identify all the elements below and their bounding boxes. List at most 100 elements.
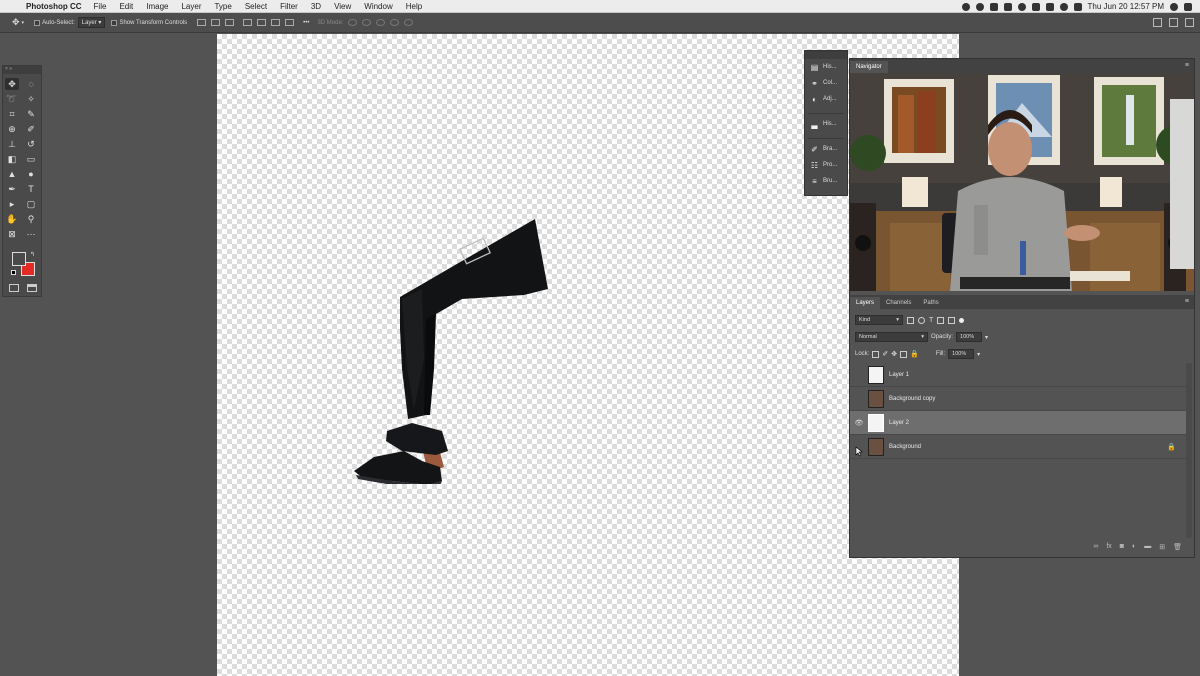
workspace-icon[interactable] (1169, 18, 1178, 27)
menu-3d[interactable]: 3D (311, 2, 321, 11)
menu-view[interactable]: View (334, 2, 351, 11)
trash-icon[interactable]: 🗑 (1173, 543, 1182, 551)
filter-kind-dropdown[interactable]: Kind ▾ (855, 315, 903, 325)
menu-layer[interactable]: Layer (181, 2, 201, 11)
adjustment-layer-icon[interactable]: ◐ (1132, 543, 1136, 551)
transform-controls-checkbox[interactable] (111, 19, 118, 26)
layer-row-layer-2[interactable]: 👁 Layer 2 (850, 411, 1186, 435)
dock-header[interactable] (805, 51, 847, 59)
menu-file[interactable]: File (94, 2, 107, 11)
healing-brush-tool-icon[interactable]: ⊕ (5, 123, 19, 135)
notification-center-icon[interactable] (1184, 2, 1192, 11)
panel-menu-icon[interactable]: ≡ (1185, 62, 1189, 69)
spotlight-icon[interactable] (1170, 2, 1178, 11)
menu-window[interactable]: Window (364, 2, 392, 11)
align-middle-icon[interactable] (257, 19, 267, 26)
navigator-preview[interactable] (850, 73, 1194, 291)
move-tool-icon[interactable]: ✥ (5, 78, 19, 90)
menu-edit[interactable]: Edit (119, 2, 133, 11)
menu-help[interactable]: Help (406, 2, 422, 11)
menu-type[interactable]: Type (214, 2, 231, 11)
screen-record-icon[interactable] (1003, 2, 1012, 11)
eye-icon[interactable]: 👁 (850, 419, 868, 427)
layers-scrollbar[interactable] (1186, 363, 1192, 538)
quick-mask-icon[interactable] (9, 284, 19, 292)
more-tools-icon[interactable]: ⋯ (24, 228, 38, 240)
tab-paths[interactable]: Paths (917, 297, 944, 309)
menu-select[interactable]: Select (245, 2, 267, 11)
layer-row-layer-1[interactable]: Layer 1 (850, 363, 1186, 387)
dock-adjustments-panel[interactable]: ◐ Adj... (805, 91, 847, 107)
foreground-color-swatch[interactable] (12, 252, 26, 266)
display-icon[interactable] (989, 2, 998, 11)
filter-toggle-icon[interactable] (959, 317, 965, 323)
add-mask-icon[interactable]: ◙ (1120, 543, 1124, 551)
wifi-icon[interactable] (1059, 2, 1068, 11)
lock-image-icon[interactable]: ✐ (882, 350, 888, 358)
filter-pixel-icon[interactable] (907, 316, 914, 324)
lock-position-icon[interactable]: ✥ (891, 350, 897, 358)
eyedropper-tool-icon[interactable]: ✎ (24, 108, 38, 120)
dock-properties-panel[interactable]: ☷ Pro... (805, 157, 847, 173)
layers-panel-menu-icon[interactable]: ≡ (1185, 298, 1189, 305)
menu-image[interactable]: Image (146, 2, 168, 11)
share-icon[interactable] (1185, 18, 1194, 27)
magic-wand-tool-icon[interactable]: ✧ (24, 93, 38, 105)
type-tool-icon[interactable]: T (24, 183, 38, 195)
default-colors-icon[interactable] (11, 270, 16, 275)
volume-icon[interactable] (1045, 2, 1054, 11)
align-right-icon[interactable] (225, 19, 235, 26)
dropbox-icon[interactable] (975, 2, 984, 11)
app-name-menu[interactable]: Photoshop CC (26, 2, 82, 11)
fx-icon[interactable]: fx (1106, 543, 1111, 551)
new-layer-icon[interactable]: ⊞ (1159, 543, 1165, 551)
path-selection-tool-icon[interactable]: ▸ (5, 198, 19, 210)
more-options-icon[interactable]: ••• (303, 20, 309, 26)
brush-tool-icon[interactable]: ✐ (24, 123, 38, 135)
align-top-icon[interactable] (243, 19, 253, 26)
swap-colors-icon[interactable]: ↰ (30, 251, 35, 258)
align-center-icon[interactable] (211, 19, 221, 26)
menu-filter[interactable]: Filter (280, 2, 298, 11)
tab-layers[interactable]: Layers (850, 297, 881, 309)
clock[interactable]: Thu Jun 20 12:57 PM (1088, 2, 1165, 11)
auto-select-dropdown[interactable]: Layer ▾ (77, 17, 106, 28)
blend-mode-dropdown[interactable]: Normal ▾ (855, 332, 928, 342)
3d-scale-icon[interactable] (404, 19, 414, 26)
chevron-down-icon[interactable]: ▾ (22, 20, 25, 26)
3d-slide-icon[interactable] (390, 19, 400, 26)
chevron-down-icon[interactable]: ▾ (977, 351, 980, 358)
tab-navigator[interactable]: Navigator (850, 61, 888, 73)
fill-field[interactable]: 100% (948, 349, 975, 359)
creative-cloud-icon[interactable] (961, 2, 970, 11)
tools-panel-header[interactable]: × » (3, 66, 41, 74)
3d-rotate-icon[interactable] (348, 19, 358, 26)
eraser-tool-icon[interactable]: ◧ (5, 153, 19, 165)
dock-color-panel[interactable]: ⚭ Col... (805, 75, 847, 91)
dock-brush-settings-panel[interactable]: ≡ Bru... (805, 173, 847, 189)
auto-select-checkbox[interactable] (34, 19, 41, 26)
screen-mode-icon[interactable] (27, 284, 37, 292)
lock-artboard-icon[interactable] (900, 350, 908, 358)
filter-type-icon[interactable]: T (929, 317, 933, 324)
align-bottom-icon[interactable] (271, 19, 281, 26)
opacity-field[interactable]: 100% (956, 332, 983, 342)
align-left-icon[interactable] (197, 19, 207, 26)
search-icon[interactable] (1153, 18, 1162, 27)
chevron-down-icon[interactable]: ▾ (985, 334, 988, 341)
dodge-tool-icon[interactable]: ● (24, 168, 38, 180)
lock-transparent-icon[interactable] (872, 350, 880, 358)
3d-roll-icon[interactable] (362, 19, 372, 26)
hand-tool-icon[interactable]: ✋ (5, 213, 19, 225)
tab-channels[interactable]: Channels (880, 297, 917, 309)
lock-all-icon[interactable]: 🔒 (910, 350, 919, 358)
move-tool-icon[interactable]: ✥ (12, 17, 20, 28)
filter-smart-object-icon[interactable] (948, 316, 956, 324)
crop-tool-icon[interactable]: ⌗ (5, 108, 19, 120)
3d-drag-icon[interactable] (376, 19, 386, 26)
filter-shape-icon[interactable] (937, 316, 945, 324)
layer-row-background[interactable]: Background 🔒 (850, 435, 1186, 459)
blur-tool-icon[interactable]: ▲ (5, 168, 19, 180)
battery-icon[interactable] (1073, 2, 1082, 11)
layer-row-background-copy[interactable]: Background copy (850, 387, 1186, 411)
